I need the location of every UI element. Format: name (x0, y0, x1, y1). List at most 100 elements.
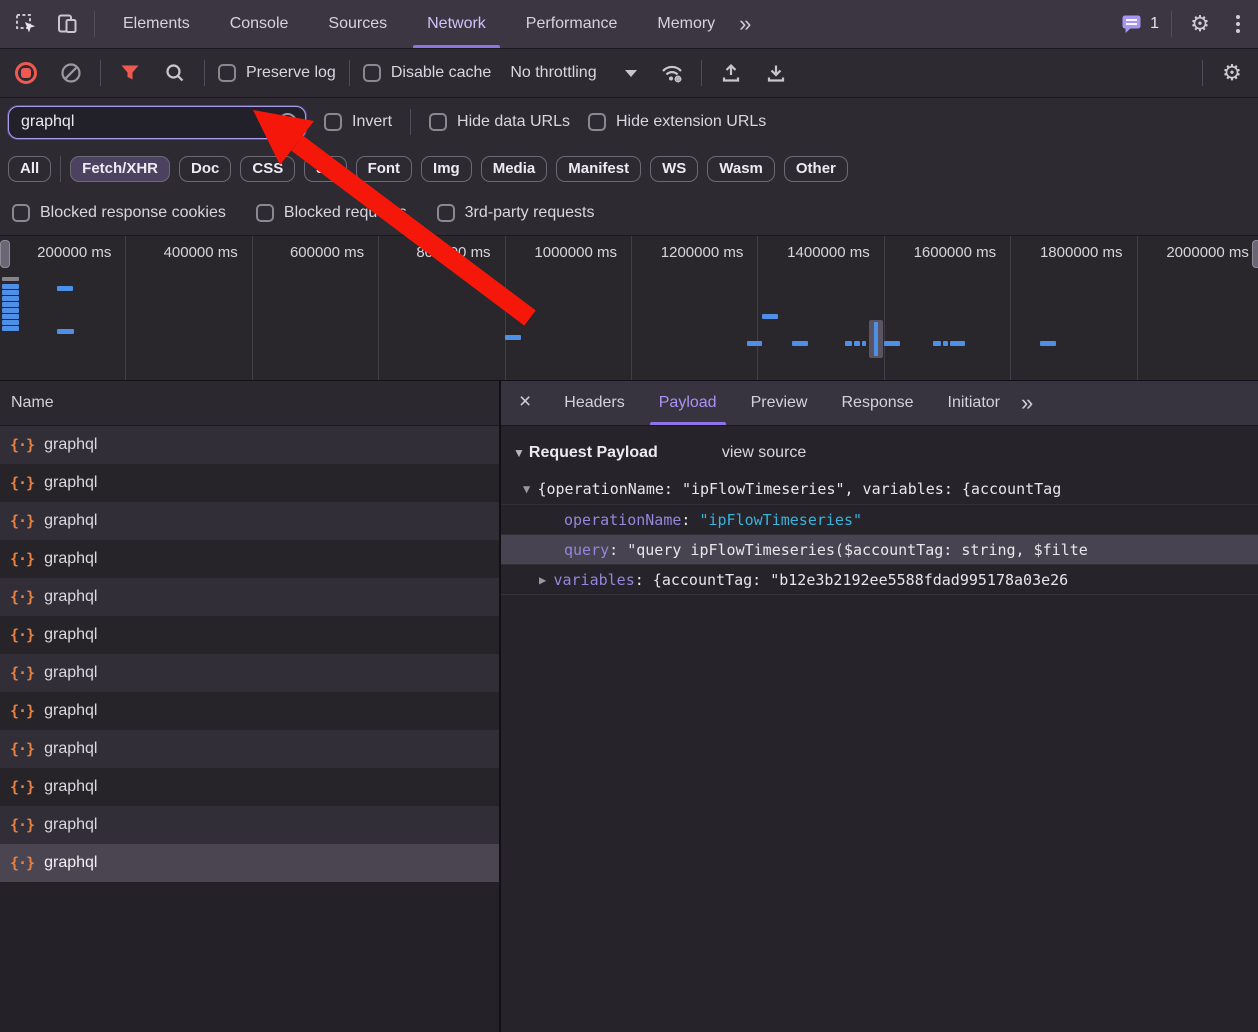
close-details-icon[interactable]: × (501, 390, 547, 416)
chip-doc[interactable]: Doc (179, 156, 231, 182)
tab-performance[interactable]: Performance (506, 0, 638, 48)
network-settings-gear-icon[interactable]: ⚙ (1216, 57, 1248, 89)
table-row[interactable]: {·}graphql (0, 616, 499, 654)
json-braces-icon: {·} (10, 740, 34, 758)
tab-network[interactable]: Network (407, 0, 506, 48)
chip-font[interactable]: Font (356, 156, 412, 182)
tab-preview[interactable]: Preview (734, 381, 825, 425)
json-braces-icon: {·} (10, 854, 34, 872)
table-row[interactable]: {·}graphql (0, 502, 499, 540)
chip-other[interactable]: Other (784, 156, 848, 182)
divider (1202, 60, 1203, 86)
chip-img[interactable]: Img (421, 156, 472, 182)
invert-checkbox[interactable]: Invert (324, 113, 392, 131)
preserve-log-checkbox[interactable]: Preserve log (218, 64, 336, 82)
blocked-response-cookies-checkbox[interactable]: Blocked response cookies (12, 204, 226, 222)
issues-bubble-icon (1120, 12, 1144, 36)
payload-tree-row[interactable]: ▼ {operationName: "ipFlowTimeseries", va… (501, 474, 1258, 504)
filter-input[interactable] (21, 113, 278, 131)
clear-network-log-icon[interactable] (55, 57, 87, 89)
checkbox-box (218, 64, 236, 82)
divider (701, 60, 702, 86)
table-row[interactable]: {·}graphql (0, 654, 499, 692)
tab-elements[interactable]: Elements (103, 0, 210, 48)
timeline-label: 1200000 ms (632, 236, 758, 380)
3rd-party-requests-checkbox[interactable]: 3rd-party requests (437, 204, 595, 222)
chip-ws[interactable]: WS (650, 156, 698, 182)
clear-filter-icon[interactable]: ✕ (278, 113, 297, 132)
timeline-grid: 200000 ms400000 ms600000 ms800000 ms1000… (0, 236, 1258, 380)
view-source-link[interactable]: view source (722, 444, 806, 462)
tab-initiator[interactable]: Initiator (931, 381, 1017, 425)
divider (1171, 11, 1172, 37)
inspect-element-icon[interactable] (10, 8, 42, 40)
payload-tree-row[interactable]: ▶ variables: {accountTag: "b12e3b2192ee5… (501, 564, 1258, 594)
table-row[interactable]: {·}graphql (0, 540, 499, 578)
json-braces-icon: {·} (10, 436, 34, 454)
filter-input-wrapper: ✕ (8, 106, 306, 139)
chip-manifest[interactable]: Manifest (556, 156, 641, 182)
tab-headers[interactable]: Headers (547, 381, 641, 425)
filter-funnel-icon[interactable] (114, 57, 146, 89)
tab-sources[interactable]: Sources (308, 0, 407, 48)
blocked-requests-checkbox[interactable]: Blocked requests (256, 204, 407, 222)
timeline-label: 2000000 ms (1138, 236, 1258, 380)
checkbox-box (588, 113, 606, 131)
more-options-icon[interactable] (1228, 15, 1248, 33)
waterfall-bar (762, 314, 778, 319)
chip-css[interactable]: CSS (240, 156, 295, 182)
hide-data-urls-checkbox[interactable]: Hide data URLs (429, 113, 570, 131)
device-toolbar-icon[interactable] (52, 8, 84, 40)
tab-memory[interactable]: Memory (637, 0, 735, 48)
more-detail-tabs-icon[interactable]: » (1017, 392, 1037, 414)
import-har-icon[interactable] (715, 57, 747, 89)
chip-fetch-xhr[interactable]: Fetch/XHR (70, 156, 170, 182)
tab-response[interactable]: Response (824, 381, 930, 425)
waterfall-bar (884, 341, 900, 346)
table-row[interactable]: {·}graphql (0, 844, 499, 882)
table-row[interactable]: {·}graphql (0, 768, 499, 806)
name-column-header[interactable]: Name (0, 381, 499, 426)
waterfall-bar (950, 341, 965, 346)
payload-pane: ▼ Request Payload view source ▼ {operati… (501, 426, 1258, 1032)
tab-payload[interactable]: Payload (642, 381, 734, 425)
payload-section-title: Request Payload (529, 444, 658, 462)
table-row[interactable]: {·}graphql (0, 426, 499, 464)
checkbox-box (437, 204, 455, 222)
settings-gear-icon[interactable]: ⚙ (1184, 8, 1216, 40)
record-network-log-icon[interactable] (10, 57, 42, 89)
waterfall-bar (57, 329, 74, 334)
chip-media[interactable]: Media (481, 156, 548, 182)
more-tabs-icon[interactable]: » (735, 13, 755, 35)
payload-tree-row[interactable]: query: "query ipFlowTimeseries($accountT… (501, 534, 1258, 564)
table-row[interactable]: {·}graphql (0, 806, 499, 844)
waterfall-bar (2, 308, 19, 313)
export-har-icon[interactable] (760, 57, 792, 89)
network-conditions-icon[interactable] (656, 57, 688, 89)
section-expand-icon[interactable]: ▼ (513, 446, 525, 460)
waterfall-bar (2, 290, 19, 295)
table-row[interactable]: {·}graphql (0, 578, 499, 616)
tab-console[interactable]: Console (210, 0, 309, 48)
payload-tree-row[interactable]: operationName: "ipFlowTimeseries" (501, 504, 1258, 534)
disable-cache-checkbox[interactable]: Disable cache (363, 64, 492, 82)
search-icon[interactable] (159, 57, 191, 89)
issues-indicator[interactable]: 1 (1120, 12, 1159, 36)
throttling-dropdown[interactable]: No throttling (504, 64, 642, 82)
request-name: graphql (44, 664, 97, 682)
table-row[interactable]: {·}graphql (0, 730, 499, 768)
json-braces-icon: {·} (10, 816, 34, 834)
json-braces-icon: {·} (10, 474, 34, 492)
chip-js[interactable]: JS (304, 156, 346, 182)
table-row[interactable]: {·}graphql (0, 464, 499, 502)
divider (410, 109, 411, 135)
timeline-left-handle[interactable] (0, 240, 10, 268)
json-braces-icon: {·} (10, 550, 34, 568)
timeline-right-handle[interactable] (1252, 240, 1258, 268)
hide-extension-urls-checkbox[interactable]: Hide extension URLs (588, 113, 766, 131)
timeline-overview[interactable]: 200000 ms400000 ms600000 ms800000 ms1000… (0, 236, 1258, 381)
chip-wasm[interactable]: Wasm (707, 156, 775, 182)
table-row[interactable]: {·}graphql (0, 692, 499, 730)
request-name: graphql (44, 778, 97, 796)
chip-all[interactable]: All (8, 156, 51, 182)
